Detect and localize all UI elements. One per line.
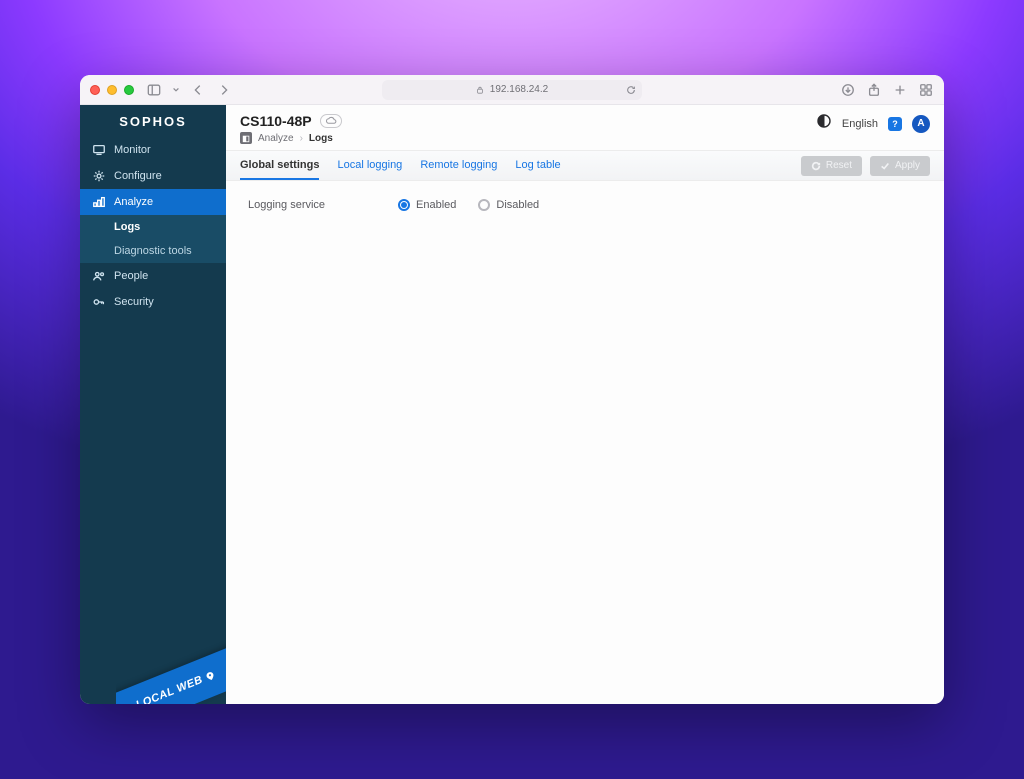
- analyze-icon: [92, 195, 106, 209]
- chevron-down-icon[interactable]: [172, 82, 180, 98]
- close-window-button[interactable]: [90, 85, 100, 95]
- logging-service-label: Logging service: [248, 199, 358, 211]
- browser-window: ❶ 192.168.24.2: [80, 75, 944, 704]
- minimize-window-button[interactable]: [107, 85, 117, 95]
- back-button[interactable]: [190, 82, 206, 98]
- tab-remote-logging[interactable]: Remote logging: [420, 151, 497, 180]
- breadcrumb-item[interactable]: Analyze: [258, 133, 294, 144]
- sidebar-item-analyze[interactable]: Analyze: [80, 189, 226, 215]
- forward-button[interactable]: [216, 82, 232, 98]
- sidebar-item-label: People: [114, 270, 148, 282]
- breadcrumb-separator: ›: [300, 133, 303, 144]
- tab-log-table[interactable]: Log table: [515, 151, 560, 180]
- new-tab-icon[interactable]: [892, 82, 908, 98]
- breadcrumb-icon: ◧: [240, 132, 252, 144]
- downloads-icon[interactable]: [840, 82, 856, 98]
- reload-icon[interactable]: [626, 85, 636, 95]
- local-web-badge: LOCAL WEB: [116, 634, 226, 704]
- key-icon: [92, 295, 106, 309]
- logging-service-row: Logging service Enabled Disabled: [248, 199, 922, 211]
- check-icon: [880, 161, 890, 171]
- window-controls: [90, 85, 134, 95]
- theme-toggle-icon[interactable]: [816, 113, 832, 134]
- sidebar-item-label: Configure: [114, 170, 162, 182]
- share-icon[interactable]: [866, 82, 882, 98]
- sidebar-item-label: Security: [114, 296, 154, 308]
- sidebar-item-label: Monitor: [114, 144, 151, 156]
- sidebar-item-label: Analyze: [114, 196, 153, 208]
- main-header: CS110-48P ◧ Analyze › Logs: [226, 105, 944, 151]
- address-text: 192.168.24.2: [490, 84, 548, 95]
- sidebar-item-monitor[interactable]: Monitor: [80, 137, 226, 163]
- breadcrumb-item: Logs: [309, 133, 333, 144]
- avatar[interactable]: A: [912, 115, 930, 133]
- apply-label: Apply: [895, 160, 920, 171]
- radio-disabled[interactable]: Disabled: [478, 199, 539, 211]
- reset-button[interactable]: Reset: [801, 156, 862, 176]
- gear-icon: [92, 169, 106, 183]
- sidebar-item-security[interactable]: Security: [80, 289, 226, 315]
- lock-icon: [476, 86, 484, 94]
- address-bar[interactable]: 192.168.24.2: [382, 80, 642, 100]
- monitor-icon: [92, 143, 106, 157]
- sidebar-toggle-icon[interactable]: [146, 82, 162, 98]
- brand-logo: SOPHOS: [80, 105, 226, 137]
- sidebar-sub-logs[interactable]: Logs: [80, 215, 226, 239]
- tab-local-logging[interactable]: Local logging: [337, 151, 402, 180]
- local-web-text: LOCAL WEB: [134, 674, 204, 704]
- device-name: CS110-48P: [240, 113, 312, 129]
- reset-label: Reset: [826, 160, 852, 171]
- help-badge[interactable]: ?: [888, 117, 902, 131]
- radio-enabled-label: Enabled: [416, 199, 456, 211]
- breadcrumb: ◧ Analyze › Logs: [240, 132, 342, 144]
- tabs-bar: Global settings Local logging Remote log…: [226, 151, 944, 181]
- language-selector[interactable]: English: [842, 118, 878, 130]
- sidebar: SOPHOS Monitor Configure Analyze Logs Di…: [80, 105, 226, 704]
- apply-button[interactable]: Apply: [870, 156, 930, 176]
- pin-icon: [204, 669, 217, 682]
- sidebar-item-configure[interactable]: Configure: [80, 163, 226, 189]
- browser-toolbar: ❶ 192.168.24.2: [80, 75, 944, 105]
- content-area: Logging service Enabled Disabled: [226, 181, 944, 229]
- tab-global-settings[interactable]: Global settings: [240, 151, 319, 180]
- app: SOPHOS Monitor Configure Analyze Logs Di…: [80, 105, 944, 704]
- people-icon: [92, 269, 106, 283]
- sidebar-item-people[interactable]: People: [80, 263, 226, 289]
- radio-disabled-label: Disabled: [496, 199, 539, 211]
- radio-enabled[interactable]: Enabled: [398, 199, 456, 211]
- cloud-status-badge[interactable]: [320, 114, 342, 128]
- zoom-window-button[interactable]: [124, 85, 134, 95]
- sidebar-sub-label: Logs: [114, 221, 140, 233]
- sidebar-sub-diagnostic[interactable]: Diagnostic tools: [80, 239, 226, 263]
- reset-icon: [811, 161, 821, 171]
- main-panel: CS110-48P ◧ Analyze › Logs: [226, 105, 944, 704]
- tabs-overview-icon[interactable]: [918, 82, 934, 98]
- sidebar-sub-label: Diagnostic tools: [114, 245, 192, 257]
